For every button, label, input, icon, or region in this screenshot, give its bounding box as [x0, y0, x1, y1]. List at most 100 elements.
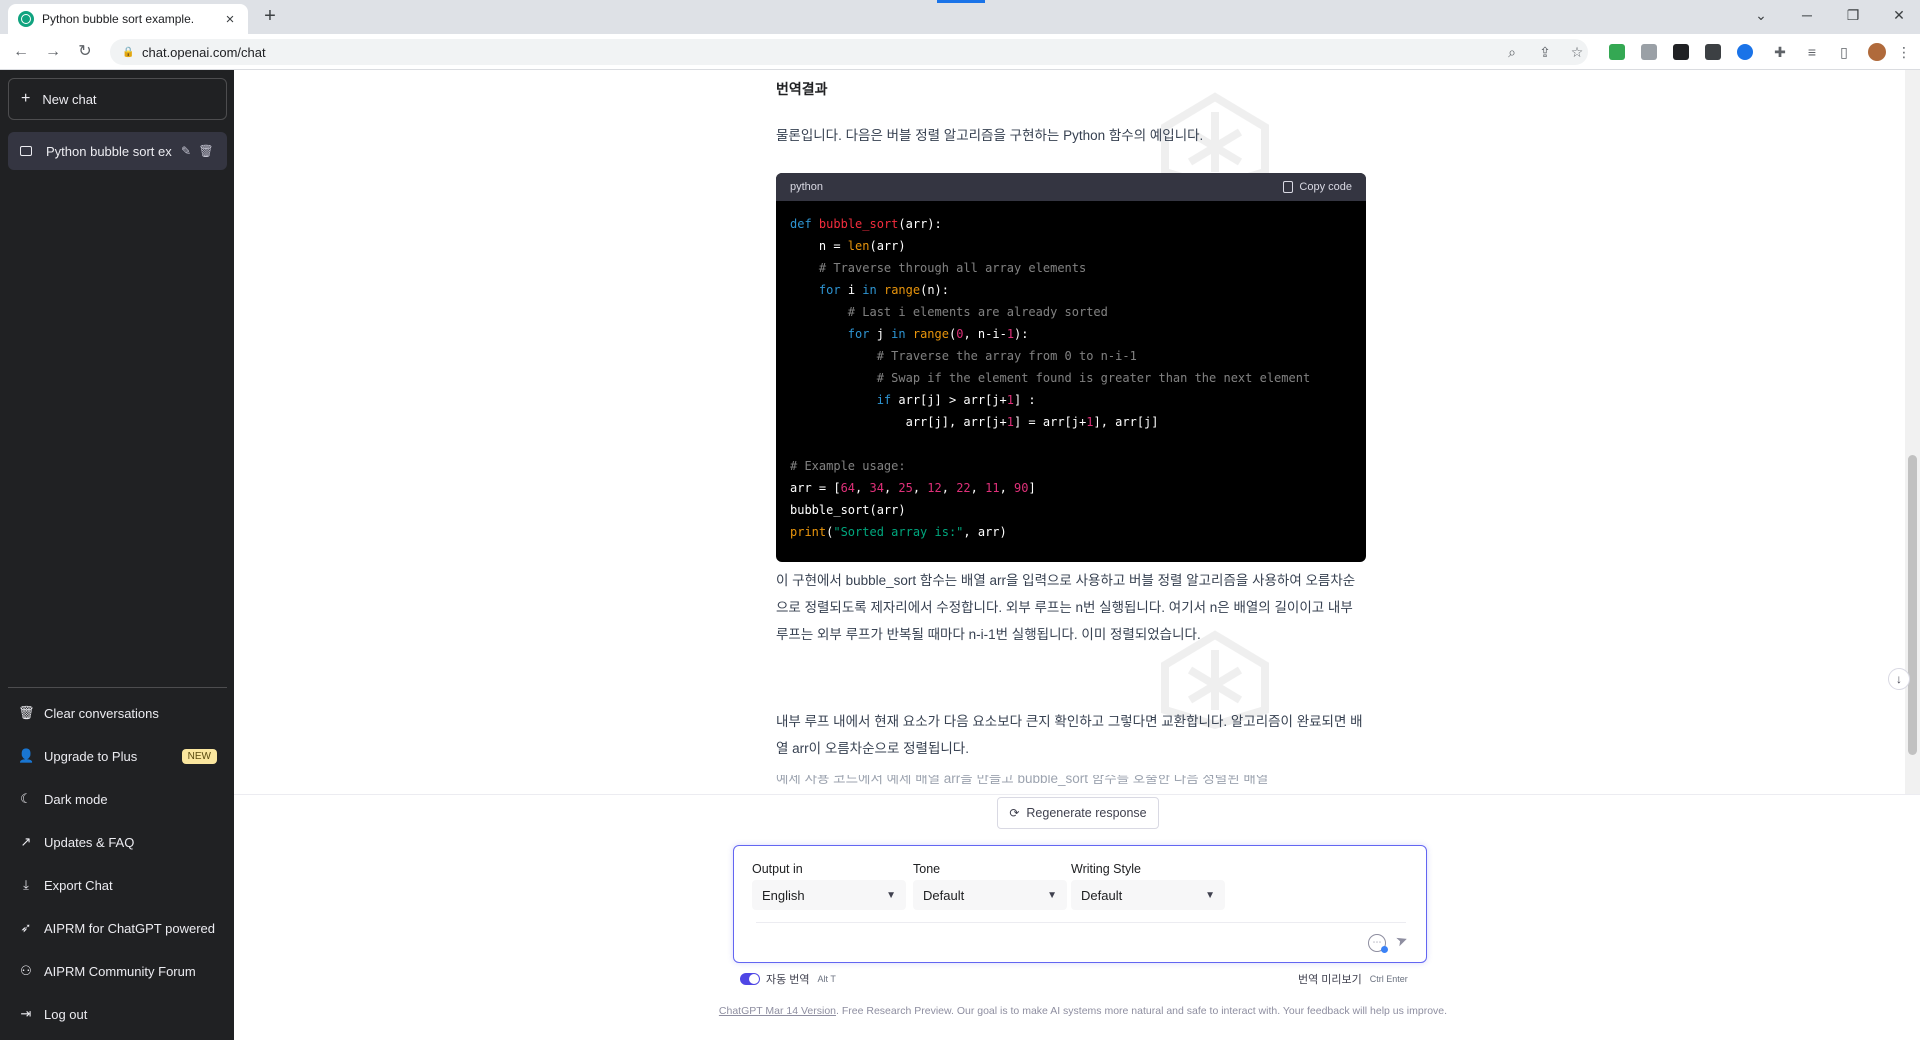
tone-label: Tone [913, 862, 941, 876]
sidebar-item-updates-faq[interactable]: ↗ Updates & FAQ [8, 824, 227, 860]
clipped-text: 예제 사용 코드에서 예제 배열 arr을 만들고 bubble_sort 함수… [776, 775, 1269, 786]
minimize-button[interactable]: ─ [1784, 0, 1830, 30]
new-tab-button[interactable]: + [258, 5, 282, 29]
message-heading: 번역결과 [776, 81, 828, 97]
version-link[interactable]: ChatGPT Mar 14 Version [719, 1005, 836, 1017]
trash-icon: 🗑 [18, 705, 35, 720]
tab-search-icon[interactable]: ⌄ [1738, 0, 1784, 30]
chevron-down-icon: ▼ [1205, 889, 1215, 901]
address-bar[interactable]: 🔒 chat.openai.com/chat [110, 39, 1588, 65]
sidebar-item-upgrade[interactable]: 👤 Upgrade to Plus NEW [8, 738, 227, 774]
status-dot [1381, 946, 1388, 953]
lock-icon: 🔒 [122, 47, 135, 58]
browser-toolbar: ← → ↻ 🔒 chat.openai.com/chat ⌕ ⇪ ☆ ✚ ≡ ▯… [0, 34, 1920, 70]
extension-dark-icon[interactable] [1673, 44, 1689, 60]
footer-disclaimer: ChatGPT Mar 14 Version. Free Research Pr… [693, 1005, 1473, 1017]
tone-field: Tone Default ▼ [913, 862, 1067, 910]
conversation-title: Python bubble sort ex [46, 143, 172, 159]
camera-extension-icon[interactable] [1641, 44, 1657, 60]
scrollbar-thumb[interactable] [1908, 455, 1917, 755]
sidebar-item-dark-mode[interactable]: ☾ Dark mode [8, 781, 227, 817]
sidebar-item-aiprm-powered[interactable]: ➶ AIPRM for ChatGPT powered [8, 910, 227, 946]
shortcut-hint: Alt T [817, 974, 836, 984]
output-language-value: English [762, 887, 805, 903]
trash-icon[interactable]: 🗑 [196, 144, 216, 158]
logout-icon: ⇥ [20, 1006, 32, 1021]
extension-blue-icon[interactable] [1737, 44, 1753, 60]
output-language-select[interactable]: English ▼ [752, 880, 906, 910]
refresh-icon: ⟳ [1009, 806, 1020, 820]
writing-style-label: Writing Style [1071, 862, 1141, 876]
chatgpt-favicon-icon [18, 11, 34, 27]
sidebar-item-label: AIPRM Community Forum [44, 963, 196, 979]
code-block: python Copy code def bubble_sort(arr): n… [776, 173, 1366, 562]
sidebar-item-clear-conversations[interactable]: 🗑 Clear conversations [8, 695, 227, 731]
menu-kebab-icon[interactable]: ⋮ [1892, 40, 1916, 64]
tab-title: Python bubble sort example. [42, 12, 195, 26]
share-icon[interactable]: ⇪ [1533, 40, 1557, 64]
sidebar-item-label: Dark mode [44, 791, 108, 807]
sidebar: + New chat Python bubble sort ex ✎ 🗑 🗑 C… [0, 70, 234, 1040]
translate-preview-button[interactable]: 번역 미리보기 Ctrl Enter [1298, 971, 1408, 987]
chat-main: 번역결과 물론입니다. 다음은 버블 정렬 알고리즘을 구현하는 Python … [234, 70, 1920, 1040]
reload-icon[interactable]: ↻ [73, 40, 97, 64]
moon-icon: ☾ [20, 791, 32, 806]
writing-style-field: Writing Style Default ▼ [1071, 862, 1225, 910]
rocket-icon: ➶ [20, 920, 32, 935]
message-paragraph: 이 구현에서 bubble_sort 함수는 배열 arr을 입력으로 사용하고… [776, 573, 1356, 642]
regenerate-response-button[interactable]: ⟳ Regenerate response [997, 797, 1159, 829]
community-icon: ⚇ [20, 963, 32, 978]
tab-close-icon[interactable]: × [222, 11, 238, 28]
extensions-puzzle-icon[interactable]: ✚ [1768, 40, 1792, 64]
new-chat-button[interactable]: + New chat [8, 78, 227, 120]
restore-button[interactable]: ❐ [1830, 0, 1876, 30]
profile-avatar[interactable] [1868, 43, 1886, 61]
browser-tab[interactable]: Python bubble sort example. × [8, 4, 248, 34]
footer-text: . Free Research Preview. Our goal is to … [836, 1005, 1448, 1017]
extension-green-icon[interactable] [1609, 44, 1625, 60]
scroll-to-bottom-button[interactable]: ↓ [1888, 668, 1910, 690]
sidebar-item-label: AIPRM for ChatGPT powered [44, 920, 215, 936]
close-window-button[interactable]: ✕ [1876, 0, 1920, 30]
sidebar-divider [8, 687, 227, 688]
code-content: def bubble_sort(arr): n = len(arr) # Tra… [790, 217, 1311, 539]
side-panel-icon[interactable]: ▯ [1832, 40, 1856, 64]
back-icon[interactable]: ← [9, 40, 33, 64]
auto-translate-toggle[interactable]: 자동 번역 Alt T [740, 971, 836, 987]
clipboard-icon [1283, 181, 1294, 193]
writing-style-value: Default [1081, 887, 1123, 903]
toggle-switch[interactable] [740, 973, 760, 985]
sidebar-item-aiprm-forum[interactable]: ⚇ AIPRM Community Forum [8, 953, 227, 989]
url-text: chat.openai.com/chat [142, 44, 266, 60]
conversation-item[interactable]: Python bubble sort ex ✎ 🗑 [8, 132, 227, 170]
sidebar-item-export-chat[interactable]: ⤓ Export Chat [8, 867, 227, 903]
prompt-box: Output in English ▼ Tone Default ▼ Writi… [733, 845, 1427, 963]
sidebar-item-label: Log out [44, 1006, 88, 1022]
sidebar-item-log-out[interactable]: ⇥ Log out [8, 996, 227, 1032]
media-icon[interactable]: ≡ [1800, 40, 1824, 64]
message-intro: 물론입니다. 다음은 버블 정렬 알고리즘을 구현하는 Python 함수의 예… [776, 128, 1204, 143]
forward-icon[interactable]: → [41, 40, 65, 64]
new-chat-label: New chat [42, 91, 97, 107]
plus-icon: + [21, 90, 31, 107]
tone-select[interactable]: Default ▼ [913, 880, 1067, 910]
sidebar-item-label: Upgrade to Plus [44, 748, 138, 764]
new-badge: NEW [181, 748, 217, 764]
sidebar-item-label: Updates & FAQ [44, 834, 135, 850]
code-language: python [790, 180, 824, 193]
chevron-down-icon: ▼ [1047, 889, 1057, 901]
send-icon[interactable]: ➤ [1393, 931, 1410, 951]
zoom-icon[interactable]: ⌕ [1500, 40, 1524, 64]
copy-code-button[interactable]: Copy code [1283, 174, 1352, 201]
edit-icon[interactable]: ✎ [176, 144, 196, 158]
output-in-label: Output in [752, 862, 803, 876]
preview-label: 번역 미리보기 [1298, 974, 1362, 986]
writing-style-select[interactable]: Default ▼ [1071, 880, 1225, 910]
prompt-input[interactable] [756, 922, 1406, 923]
message-paragraph: 내부 루프 내에서 현재 요소가 다음 요소보다 큰지 확인하고 그렇다면 교환… [776, 714, 1363, 756]
tab-strip-indicator [937, 0, 985, 3]
auto-translate-label: 자동 번역 [766, 974, 810, 986]
shortcut-hint: Ctrl Enter [1369, 974, 1408, 984]
extension-cat-icon[interactable] [1705, 44, 1721, 60]
bookmark-star-icon[interactable]: ☆ [1565, 40, 1589, 64]
